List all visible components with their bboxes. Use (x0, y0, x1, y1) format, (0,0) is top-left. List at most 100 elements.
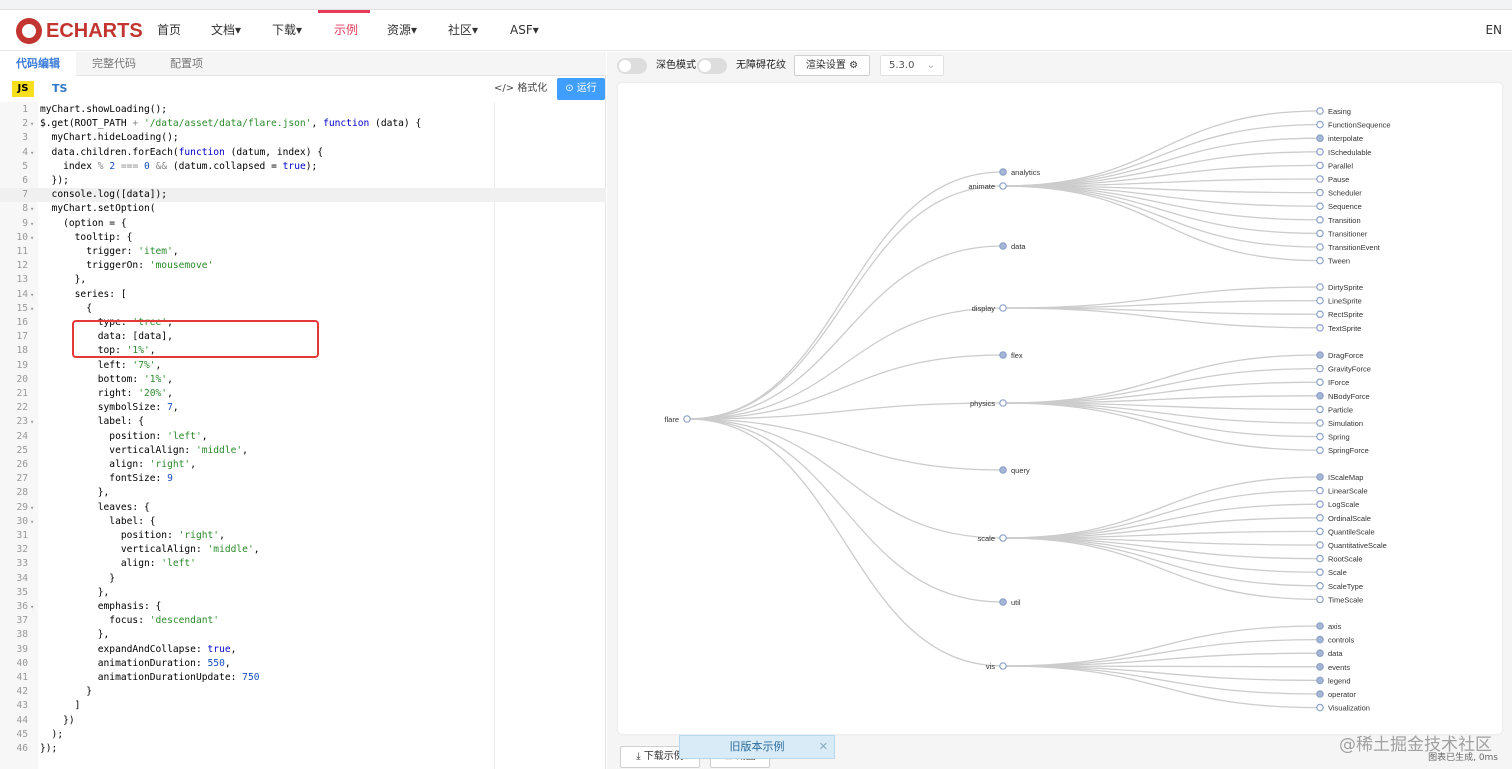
code-line[interactable]: 6 }); (0, 174, 606, 188)
tab-code-edit[interactable]: 代码编辑 (0, 52, 76, 77)
code-line[interactable]: 27 fontSize: 9 (0, 472, 606, 486)
tree-node-LogScale[interactable] (1316, 500, 1324, 509)
code-line[interactable]: 14 ▾ series: [ (0, 288, 606, 302)
code-line[interactable]: 2 ▾ $.get(ROOT_PATH + '/data/asset/data/fl… (0, 117, 606, 131)
code-line[interactable]: 33 align: 'left' (0, 557, 606, 571)
render-settings-button[interactable]: 渲染设置 ⚙ (794, 55, 870, 76)
tree-node-TextSprite[interactable] (1316, 324, 1324, 332)
tree-node-Tween[interactable] (1316, 256, 1324, 265)
code-line[interactable]: 44 }) (0, 714, 606, 728)
tree-node-flex[interactable] (999, 351, 1007, 359)
tree-node-IScaleMap[interactable] (1316, 473, 1324, 481)
code-line[interactable]: 37 focus: 'descendant' (0, 614, 606, 628)
ts-toggle[interactable]: TS (52, 81, 67, 97)
tree-node-animate[interactable] (999, 182, 1007, 190)
tree-node-SpringForce[interactable] (1316, 446, 1324, 455)
tree-node-IForce[interactable] (1316, 378, 1324, 387)
code-line[interactable]: 32 verticalAlign: 'middle', (0, 543, 606, 557)
code-line[interactable]: 3 myChart.hideLoading(); (0, 131, 606, 145)
tree-node-RectSprite[interactable] (1316, 310, 1324, 319)
code-line[interactable]: 42 } (0, 685, 606, 699)
code-line[interactable]: 20 bottom: '1%', (0, 373, 606, 387)
tree-node-QuantitativeScale[interactable] (1316, 541, 1324, 549)
echarts-logo[interactable]: ECHARTS (16, 18, 143, 44)
tree-node-Pause[interactable] (1316, 175, 1324, 183)
tree-node-NBodyForce[interactable] (1316, 391, 1324, 400)
tree-node-Simulation[interactable] (1316, 419, 1324, 427)
fold-arrow-icon[interactable]: ▾ (30, 501, 38, 515)
code-line[interactable]: 22 symbolSize: 7, (0, 401, 606, 415)
code-line[interactable]: 1 myChart.showLoading(); (0, 103, 606, 117)
nav-resources[interactable]: 资源▾ (387, 10, 417, 51)
code-line[interactable]: 31 position: 'right', (0, 529, 606, 543)
tree-node-events[interactable] (1316, 662, 1324, 671)
code-line[interactable]: 10 ▾ tooltip: { (0, 231, 606, 245)
tree-node-vis[interactable] (999, 662, 1007, 670)
tab-options[interactable]: 配置项 (170, 52, 203, 76)
language-switch[interactable]: EN (1485, 10, 1502, 51)
old-version-toast[interactable]: 旧版本示例 ✕ (679, 735, 835, 759)
tree-node-QuantileScale[interactable] (1316, 527, 1324, 536)
tree-node-RootScale[interactable] (1316, 554, 1324, 563)
tree-node-scale[interactable] (999, 534, 1007, 542)
code-line[interactable]: 36 ▾ emphasis: { (0, 600, 606, 614)
nav-community[interactable]: 社区▾ (448, 10, 478, 51)
code-line[interactable]: 4 ▾ data.children.forEach(function (datum… (0, 146, 606, 160)
nav-examples[interactable]: 示例 (334, 10, 358, 51)
tree-node-Scheduler[interactable] (1316, 188, 1324, 197)
code-line[interactable]: 29 ▾ leaves: { (0, 501, 606, 515)
code-line[interactable]: 15 ▾ { (0, 302, 606, 316)
tree-node-query[interactable] (999, 466, 1007, 474)
code-line[interactable]: 28 }, (0, 486, 606, 500)
tree-node-OrdinalScale[interactable] (1316, 513, 1324, 522)
tree-node-data[interactable] (1316, 649, 1324, 658)
js-toggle[interactable]: JS (12, 81, 34, 97)
tree-node-physics[interactable] (999, 399, 1007, 407)
fold-arrow-icon[interactable]: ▾ (30, 217, 38, 231)
tree-node-Easing[interactable] (1316, 107, 1324, 115)
fold-arrow-icon[interactable]: ▾ (30, 415, 38, 429)
code-line[interactable]: 40 animationDuration: 550, (0, 657, 606, 671)
nav-asf[interactable]: ASF▾ (510, 10, 539, 51)
code-line[interactable]: 11 trigger: 'item', (0, 245, 606, 259)
tree-node-display[interactable] (999, 304, 1007, 312)
tree-node-GravityForce[interactable] (1316, 364, 1324, 373)
code-line[interactable]: 39 expandAndCollapse: true, (0, 643, 606, 657)
code-line[interactable]: 38 }, (0, 628, 606, 642)
fold-arrow-icon[interactable]: ▾ (30, 600, 38, 614)
tree-node-LinearScale[interactable] (1316, 486, 1324, 495)
tree-node-Spring[interactable] (1316, 432, 1324, 441)
tree-node-ScaleType[interactable] (1316, 581, 1324, 590)
code-line[interactable]: 41 animationDurationUpdate: 750 (0, 671, 606, 685)
tree-node-Transitioner[interactable] (1316, 229, 1324, 238)
chart-container[interactable]: flare analytics animate Easing FunctionSeque… (618, 83, 1502, 734)
nav-download[interactable]: 下载▾ (272, 10, 302, 51)
code-line[interactable]: 25 verticalAlign: 'middle', (0, 444, 606, 458)
fold-arrow-icon[interactable]: ▾ (30, 202, 38, 216)
dark-mode-toggle[interactable] (617, 58, 647, 74)
code-line[interactable]: 35 }, (0, 586, 606, 600)
nav-home[interactable]: 首页 (157, 10, 181, 51)
fold-arrow-icon[interactable]: ▾ (30, 146, 38, 160)
tab-full-code[interactable]: 完整代码 (92, 52, 136, 76)
tree-node-Visualization[interactable] (1316, 703, 1324, 712)
code-line[interactable]: 8 ▾ myChart.setOption( (0, 202, 606, 216)
code-line[interactable]: 30 ▾ label: { (0, 515, 606, 529)
code-line[interactable]: 7 console.log([data]); (0, 188, 606, 203)
tree-node-analytics[interactable] (999, 168, 1007, 176)
tree-node-FunctionSequence[interactable] (1316, 120, 1324, 129)
tree-node-data[interactable] (999, 242, 1007, 250)
code-line[interactable]: 45 ); (0, 728, 606, 742)
code-line[interactable]: 24 position: 'left', (0, 430, 606, 444)
close-icon[interactable]: ✕ (819, 736, 828, 758)
code-line[interactable]: 46}); (0, 742, 606, 756)
tree-node-DragForce[interactable] (1316, 351, 1324, 359)
code-line[interactable]: 23 ▾ label: { (0, 415, 606, 429)
tree-chart[interactable]: flare analytics animate Easing FunctionSeque… (618, 83, 1502, 734)
code-line[interactable]: 5 index % 2 === 0 && (datum.collapsed = … (0, 160, 606, 174)
tree-node-TimeScale[interactable] (1316, 595, 1324, 604)
version-select[interactable]: 5.3.0 ⌄ (880, 55, 944, 76)
code-area[interactable]: 1 myChart.showLoading(); 2 ▾ $.get(ROOT_PATH… (0, 102, 606, 769)
code-line[interactable]: 21 right: '20%', (0, 387, 606, 401)
code-line[interactable]: 9 ▾ (option = { (0, 217, 606, 231)
